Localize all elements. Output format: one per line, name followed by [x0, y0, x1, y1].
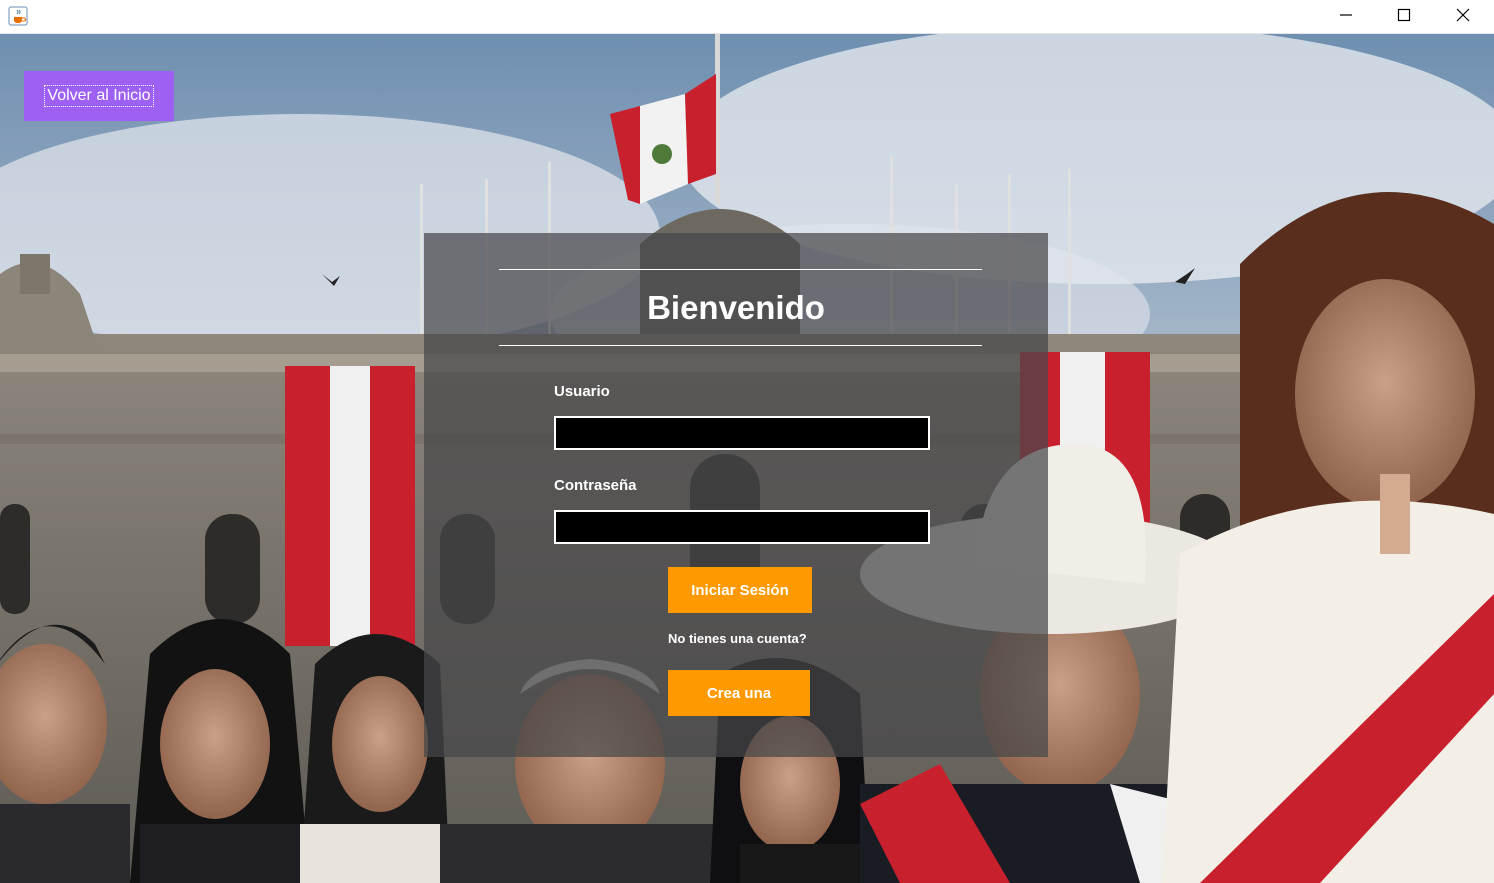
login-title: Bienvenido — [647, 289, 825, 326]
password-input[interactable] — [554, 510, 930, 544]
close-icon — [1456, 8, 1470, 22]
create-account-button[interactable]: Crea una — [668, 670, 810, 716]
password-label: Contraseña — [554, 477, 637, 494]
java-cup-icon — [8, 6, 28, 26]
login-panel: Bienvenido Usuario Contraseña Iniciar Se… — [424, 233, 1048, 757]
window-title-bar — [0, 0, 1494, 34]
close-button[interactable] — [1434, 0, 1492, 30]
back-to-home-label: Volver al Inicio — [44, 85, 154, 107]
title-divider-bottom — [499, 345, 982, 346]
login-button[interactable]: Iniciar Sesión — [668, 567, 812, 613]
maximize-button[interactable] — [1375, 0, 1433, 30]
username-input[interactable] — [554, 416, 930, 450]
no-account-text: No tienes una cuenta? — [668, 631, 807, 646]
title-divider-top — [499, 269, 982, 270]
minimize-button[interactable] — [1317, 0, 1375, 30]
minimize-icon — [1340, 14, 1352, 16]
maximize-icon — [1397, 8, 1411, 22]
username-label: Usuario — [554, 383, 610, 400]
back-to-home-button[interactable]: Volver al Inicio — [24, 71, 174, 121]
